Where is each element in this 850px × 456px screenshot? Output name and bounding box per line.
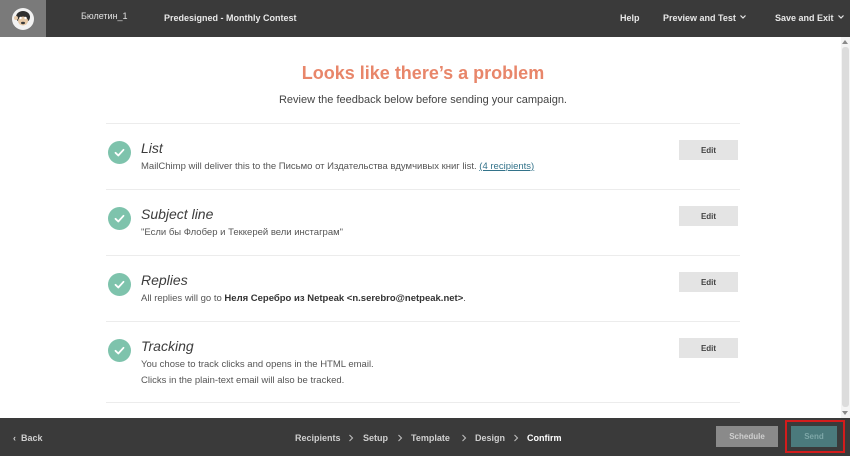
chevron-down-icon	[837, 14, 844, 20]
scrollbar-thumb[interactable]	[842, 47, 849, 407]
chevron-left-icon: ‹	[13, 433, 16, 443]
section-description: You chose to track clicks and opens in t…	[141, 359, 374, 370]
list-description-text: MailChimp will deliver this to the Письм…	[141, 161, 480, 172]
scroll-down-arrow-icon[interactable]	[842, 411, 848, 415]
step-template[interactable]: Template	[411, 433, 450, 443]
back-button[interactable]: ‹ Back	[13, 433, 43, 443]
bottom-bar: ‹ Back Recipients Setup Template Design C…	[0, 418, 850, 456]
mailchimp-logo-icon[interactable]	[0, 0, 46, 37]
send-button[interactable]: Send	[791, 426, 837, 447]
help-link[interactable]: Help	[620, 13, 640, 23]
chevron-right-icon	[461, 434, 467, 442]
step-setup[interactable]: Setup	[363, 433, 388, 443]
edit-list-button[interactable]: Edit	[679, 140, 738, 160]
edit-subject-line-button[interactable]: Edit	[679, 206, 738, 226]
section-title: Subject line	[141, 206, 214, 222]
chevron-down-icon	[739, 14, 746, 20]
chevron-right-icon	[348, 434, 354, 442]
edit-tracking-button[interactable]: Edit	[679, 338, 738, 358]
page-subtitle: Review the feedback below before sending…	[278, 94, 567, 106]
replies-suffix-text: .	[463, 293, 466, 304]
section-title: Replies	[141, 272, 188, 288]
section-description: MailChimp will deliver this to the Письм…	[141, 161, 534, 172]
top-bar: Бюлетин_1 Predesigned - Monthly Contest …	[0, 0, 850, 37]
edit-replies-button[interactable]: Edit	[679, 272, 738, 292]
campaign-title: Predesigned - Monthly Contest	[164, 13, 297, 23]
step-recipients[interactable]: Recipients	[295, 433, 341, 443]
checklist-item-replies: Replies All replies will go to Неля Сере…	[106, 255, 740, 321]
back-label: Back	[21, 433, 43, 443]
section-description-secondary: Clicks in the plain-text email will also…	[141, 375, 345, 386]
section-title: Tracking	[141, 338, 194, 354]
section-title: List	[141, 140, 163, 156]
checkmark-icon	[108, 273, 131, 296]
checkmark-icon	[108, 339, 131, 362]
step-confirm[interactable]: Confirm	[527, 433, 562, 443]
checkmark-icon	[108, 207, 131, 230]
preview-and-test-label: Preview and Test	[663, 13, 736, 23]
chevron-right-icon	[397, 434, 403, 442]
step-design[interactable]: Design	[475, 433, 505, 443]
checklist-item-list: List MailChimp will deliver this to the …	[106, 123, 740, 189]
scroll-up-arrow-icon[interactable]	[842, 40, 848, 44]
main-content: Looks like there’s a problem Review the …	[0, 37, 850, 418]
checklist-item-subject-line: Subject line "Если бы Флобер и Теккерей …	[106, 189, 740, 255]
schedule-button[interactable]: Schedule	[716, 426, 778, 447]
recipients-link[interactable]: (4 recipients)	[479, 161, 534, 172]
section-description: "Если бы Флобер и Теккерей вели инстагра…	[141, 227, 344, 238]
checklist-item-tracking: Tracking You chose to track clicks and o…	[106, 321, 740, 403]
save-and-exit-label: Save and Exit	[775, 13, 834, 23]
checkmark-icon	[108, 141, 131, 164]
chevron-right-icon	[513, 434, 519, 442]
page-title: Looks like there’s a problem	[301, 63, 545, 83]
replies-prefix-text: All replies will go to	[141, 293, 225, 304]
reply-to-address: Неля Серебро из Netpeak <n.serebro@netpe…	[224, 293, 464, 304]
save-and-exit-menu[interactable]: Save and Exit	[775, 13, 844, 23]
campaign-name[interactable]: Бюлетин_1	[81, 11, 128, 21]
vertical-scrollbar[interactable]	[841, 37, 850, 418]
preview-and-test-menu[interactable]: Preview and Test	[663, 13, 746, 23]
section-description: All replies will go to Неля Серебро из N…	[141, 293, 466, 304]
